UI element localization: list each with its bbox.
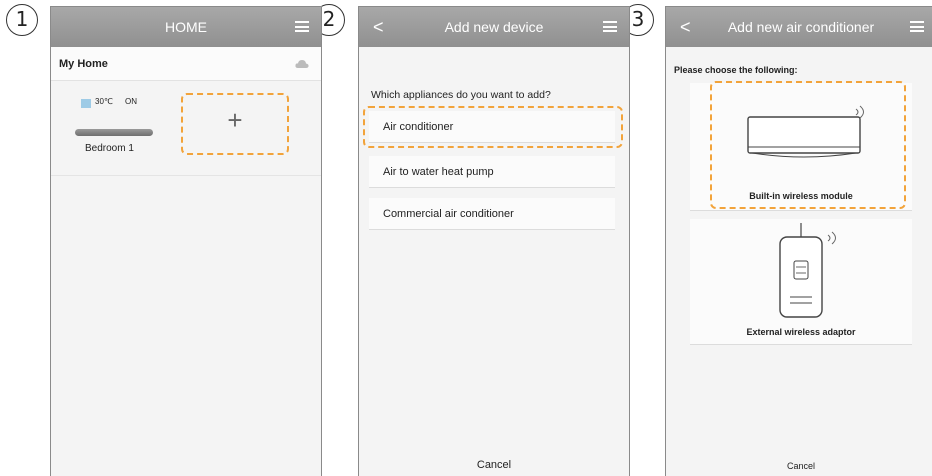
question-label: Which appliances do you want to add? (371, 89, 551, 101)
cancel-button[interactable]: Cancel (666, 461, 932, 471)
option-external-wireless-adaptor[interactable]: External wireless adaptor (690, 219, 912, 345)
menu-icon[interactable] (910, 21, 924, 32)
device-card[interactable]: 30℃ ON Bedroom 1 (65, 91, 169, 165)
phone-screen-home: HOME My Home 30℃ ON Bedroom 1 + (50, 6, 322, 476)
navbar: < Add new device (359, 7, 629, 47)
device-name: Bedroom 1 (85, 143, 134, 154)
phone-screen-add-air-conditioner: < Add new air conditioner Please choose … (665, 6, 932, 476)
cloud-icon (295, 60, 309, 68)
home-name: My Home (59, 58, 108, 70)
step-number-1: 1 (6, 4, 38, 36)
add-device-button[interactable]: + (181, 93, 289, 155)
menu-icon[interactable] (603, 21, 617, 32)
navbar: HOME (51, 7, 321, 47)
plus-icon: + (227, 105, 243, 135)
navbar: < Add new air conditioner (666, 7, 932, 47)
home-header-bar[interactable]: My Home (51, 47, 321, 81)
option-air-to-water-heat-pump[interactable]: Air to water heat pump (369, 156, 615, 188)
page-title: Add new device (444, 19, 544, 35)
cancel-button[interactable]: Cancel (359, 459, 629, 471)
divider (51, 175, 321, 176)
wireless-adaptor-icon (779, 223, 836, 318)
prompt-label: Please choose the following: (674, 65, 798, 75)
device-temperature: 30℃ (95, 97, 113, 106)
page-title: Add new air conditioner (727, 19, 875, 35)
phone-screen-add-device: < Add new device Which appliances do you… (358, 6, 630, 476)
device-power-status: ON (125, 97, 137, 106)
highlight-frame (363, 106, 623, 148)
thermometer-icon (81, 99, 91, 108)
option-commercial-air-conditioner[interactable]: Commercial air conditioner (369, 198, 615, 230)
highlight-frame (710, 81, 906, 209)
page-title: HOME (165, 19, 207, 35)
device-image (75, 129, 153, 136)
menu-icon[interactable] (295, 21, 309, 32)
option-label: External wireless adaptor (746, 327, 856, 337)
